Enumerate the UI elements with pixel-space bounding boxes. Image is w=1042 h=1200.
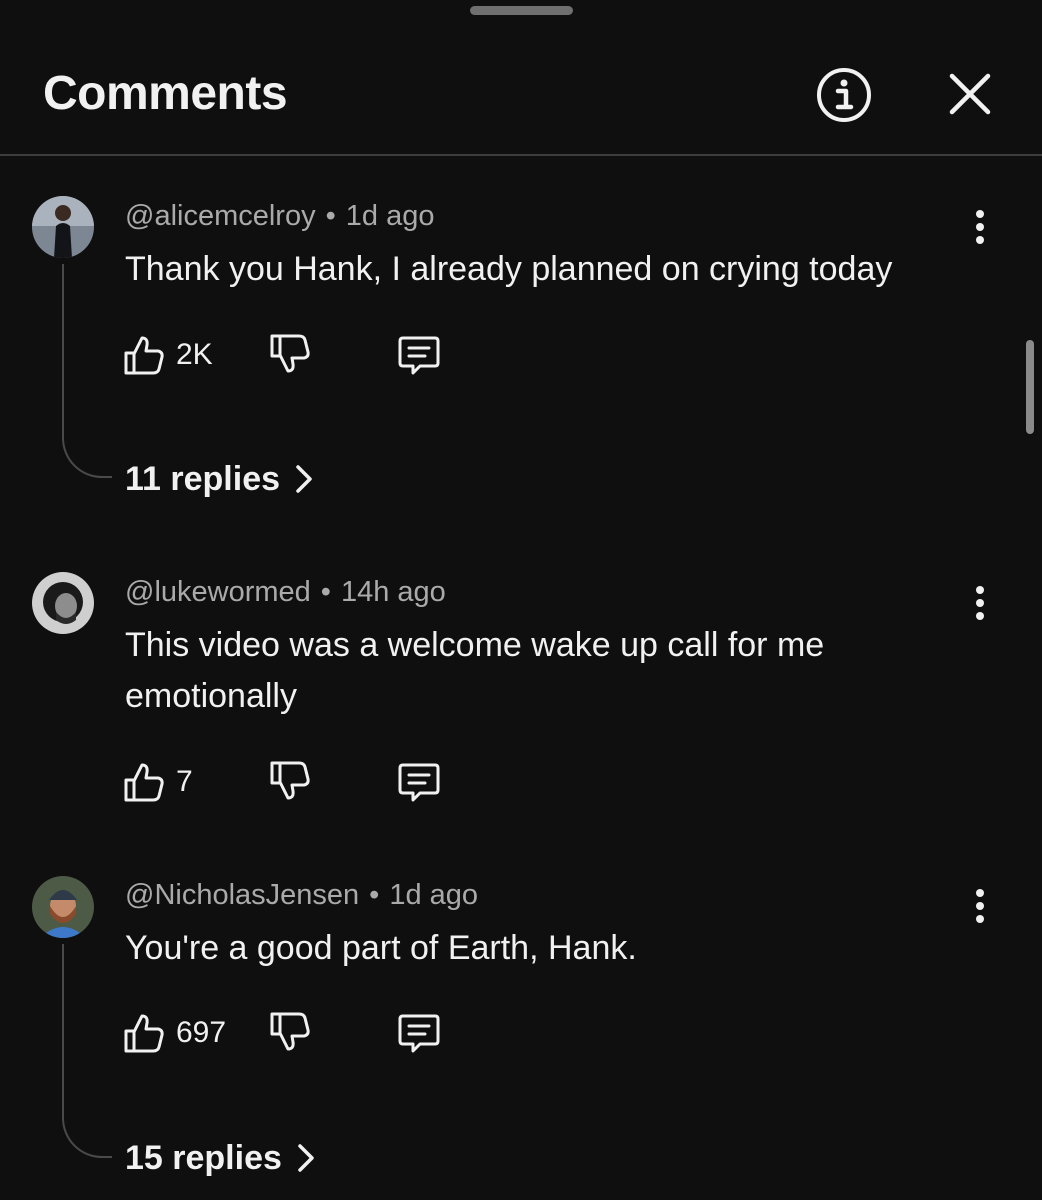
comment-text: Thank you Hank, I already planned on cry… — [125, 250, 893, 288]
comment-meta: @alicemcelroy • 1d ago — [125, 198, 434, 234]
replies-count-label: 15 replies — [125, 1139, 282, 1177]
thumbs-up-icon — [124, 1014, 164, 1053]
page-title: Comments — [43, 67, 288, 120]
thread-line — [62, 264, 112, 478]
meta-separator: • — [320, 576, 331, 608]
like-button[interactable]: 697 — [122, 1010, 226, 1056]
avatar[interactable] — [32, 572, 94, 634]
thumbs-down-icon — [270, 1012, 310, 1051]
comment-meta: @lukewormed • 14h ago — [125, 574, 446, 610]
like-count: 2K — [176, 338, 213, 371]
comment-actions: 7 — [122, 759, 522, 805]
comment-time: 1d ago — [389, 879, 479, 911]
more-vertical-icon — [976, 889, 984, 923]
replies-count-label: 11 replies — [125, 460, 281, 498]
like-count: 7 — [176, 765, 193, 798]
close-icon — [949, 73, 991, 115]
like-button[interactable]: 2K — [122, 332, 213, 378]
more-options-button[interactable] — [964, 886, 996, 926]
view-replies-link[interactable]: 15 replies — [125, 1136, 316, 1180]
more-vertical-icon — [976, 586, 984, 620]
meta-separator: • — [369, 879, 380, 911]
comment-time: 14h ago — [340, 576, 446, 608]
scrollbar-thumb[interactable] — [1026, 340, 1034, 434]
avatar[interactable] — [32, 876, 94, 938]
comment-text: You're a good part of Earth, Hank. — [125, 929, 637, 967]
avatar[interactable] — [32, 196, 94, 258]
close-button[interactable] — [944, 68, 996, 120]
comment-author[interactable]: @NicholasJensen — [125, 879, 359, 911]
like-button[interactable]: 7 — [122, 759, 193, 805]
reply-button[interactable] — [396, 759, 442, 805]
thumbs-up-icon — [124, 336, 164, 375]
more-options-button[interactable] — [964, 583, 996, 623]
thumbs-up-icon — [124, 763, 164, 802]
dislike-button[interactable] — [268, 1010, 314, 1056]
comment-reply-icon — [398, 1014, 440, 1053]
more-options-button[interactable] — [964, 207, 996, 247]
like-count: 697 — [176, 1016, 227, 1049]
reply-button[interactable] — [396, 1010, 442, 1056]
meta-separator: • — [325, 200, 336, 232]
thread-line — [62, 944, 112, 1158]
thumbs-down-icon — [270, 334, 310, 373]
comments-header: Comments — [0, 0, 1042, 156]
info-circle-icon — [817, 68, 871, 122]
dislike-button[interactable] — [268, 759, 314, 805]
comment-time: 1d ago — [345, 200, 435, 232]
chevron-right-icon — [296, 465, 312, 493]
comment-actions: 697 — [122, 1010, 522, 1056]
info-button[interactable] — [815, 66, 873, 124]
comment-author[interactable]: @alicemcelroy — [125, 200, 316, 232]
thumbs-down-icon — [270, 761, 310, 800]
chevron-right-icon — [298, 1144, 314, 1172]
comment-author[interactable]: @lukewormed — [125, 576, 311, 608]
more-vertical-icon — [976, 210, 984, 244]
comment-meta: @NicholasJensen • 1d ago — [125, 877, 478, 913]
comment-reply-icon — [398, 763, 440, 802]
reply-button[interactable] — [396, 332, 442, 378]
comment-text: This video was a welcome wake up call fo… — [125, 626, 825, 715]
comment-reply-icon — [398, 336, 440, 375]
comment-actions: 2K — [122, 332, 522, 378]
dislike-button[interactable] — [268, 332, 314, 378]
view-replies-link[interactable]: 11 replies — [125, 457, 314, 501]
